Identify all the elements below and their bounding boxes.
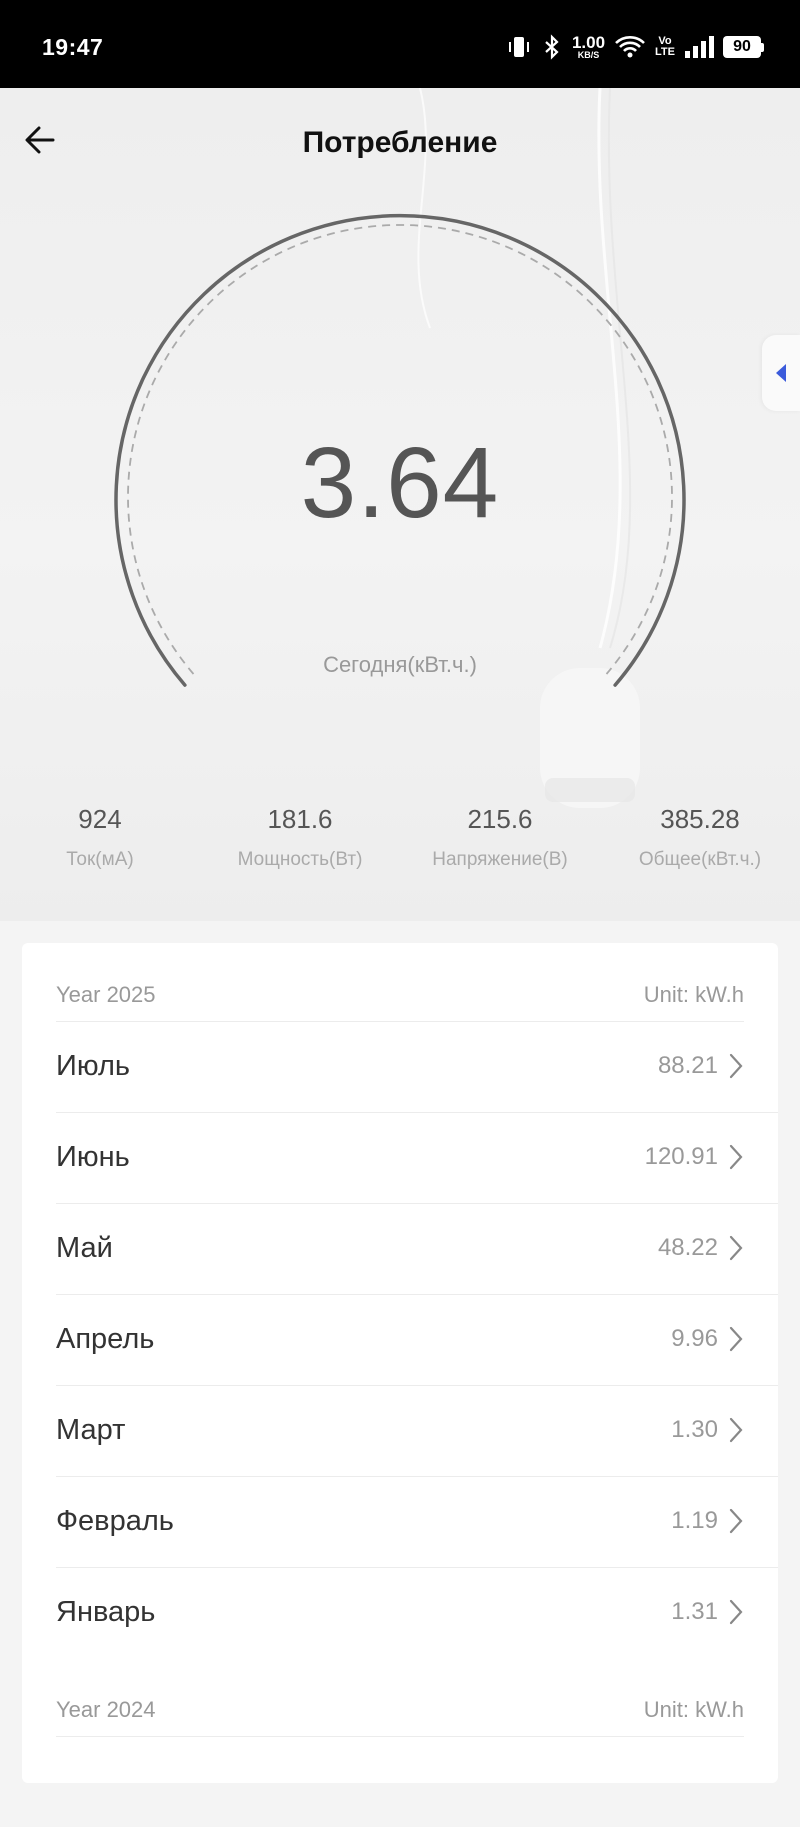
unit-label: Unit: kW.h: [643, 1697, 744, 1722]
month-name: Январь: [56, 1596, 156, 1628]
month-row-july[interactable]: Июль 88.21: [56, 1022, 778, 1113]
month-name: Июль: [56, 1050, 130, 1082]
month-value: 1.30: [671, 1416, 718, 1443]
network-speed: 1.00 KB/S: [572, 34, 605, 60]
status-time: 19:47: [42, 34, 104, 60]
chevron-right-icon: [729, 1599, 743, 1625]
stats-row: 924 Ток(мА) 181.6 Мощность(Вт) 215.6 Нап…: [0, 804, 800, 871]
month-row-april[interactable]: Апрель 9.96: [56, 1295, 778, 1386]
stat-label: Общее(кВт.ч.): [638, 849, 762, 870]
month-row-february[interactable]: Февраль 1.19: [56, 1477, 778, 1568]
network-speed-unit: KB/S: [577, 50, 600, 60]
stat-value: 924: [78, 804, 122, 834]
month-row-june[interactable]: Июнь 120.91: [56, 1113, 778, 1204]
stat-total: 385.28 Общее(кВт.ч.): [600, 804, 800, 871]
month-row-january[interactable]: Январь 1.31: [56, 1568, 778, 1658]
consumption-hero: Потребление 3.64 Сегодня(кВт.ч.) 924 Ток…: [0, 88, 800, 921]
month-row-march[interactable]: Март 1.30: [56, 1386, 778, 1477]
stat-label: Напряжение(В): [432, 849, 568, 870]
volte-bottom: LTE: [655, 46, 675, 58]
year-label: Year 2024: [56, 1697, 156, 1722]
stat-value: 215.6: [467, 804, 533, 834]
year-header-2024: Year 2024 Unit: kW.h: [56, 1658, 744, 1737]
chevron-right-icon: [729, 1053, 743, 1079]
month-value: 48.22: [657, 1234, 718, 1261]
bluetooth-icon: [541, 34, 563, 60]
unit-label: Unit: kW.h: [643, 982, 744, 1007]
vibrate-icon: [506, 34, 532, 60]
month-value: 88.21: [657, 1052, 718, 1079]
month-value: 9.96: [671, 1325, 718, 1352]
month-value: 120.91: [644, 1143, 718, 1170]
month-name: Май: [56, 1232, 113, 1264]
stat-current: 924 Ток(мА): [0, 804, 200, 871]
month-row-may[interactable]: Май 48.22: [56, 1204, 778, 1295]
caret-left-icon: [776, 364, 786, 382]
stat-value: 385.28: [660, 804, 740, 834]
stat-power: 181.6 Мощность(Вт): [200, 804, 400, 871]
battery-level: 90: [723, 36, 761, 58]
month-name: Март: [56, 1414, 126, 1446]
status-bar: 19:47 1.00 KB/S Vo LTE 90: [0, 0, 800, 88]
month-row-partial[interactable]: [56, 1737, 778, 1827]
year-label: Year 2025: [56, 982, 156, 1007]
battery-icon: 90: [723, 36, 764, 58]
stat-label: Мощность(Вт): [237, 849, 363, 870]
month-name: Апрель: [56, 1323, 155, 1355]
chevron-right-icon: [729, 1417, 743, 1443]
stat-label: Ток(мА): [66, 849, 134, 870]
network-speed-value: 1.00: [571, 33, 606, 52]
signal-icon: [684, 34, 714, 60]
chevron-right-icon: [729, 1144, 743, 1170]
wifi-icon: [614, 34, 646, 60]
chevron-right-icon: [729, 1326, 743, 1352]
month-name: Июнь: [56, 1141, 130, 1173]
month-value: 1.19: [671, 1507, 718, 1534]
today-consumption-value: 3.64: [300, 427, 500, 539]
chevron-right-icon: [729, 1508, 743, 1534]
chevron-right-icon: [729, 1235, 743, 1261]
stat-voltage: 215.6 Напряжение(В): [400, 804, 600, 871]
side-panel-toggle[interactable]: [762, 335, 800, 411]
volte-indicator: Vo LTE: [655, 36, 675, 58]
today-consumption-label: Сегодня(кВт.ч.): [323, 652, 477, 677]
month-name: Февраль: [56, 1505, 174, 1537]
monthly-history-card: Year 2025 Unit: kW.h Июль 88.21 Июнь 120…: [22, 943, 778, 1783]
status-icons: 1.00 KB/S Vo LTE 90: [506, 30, 764, 64]
month-value: 1.31: [671, 1598, 718, 1625]
stat-value: 181.6: [267, 804, 333, 834]
year-header-2025: Year 2025 Unit: kW.h: [56, 943, 744, 1022]
page-title: Потребление: [302, 126, 498, 159]
